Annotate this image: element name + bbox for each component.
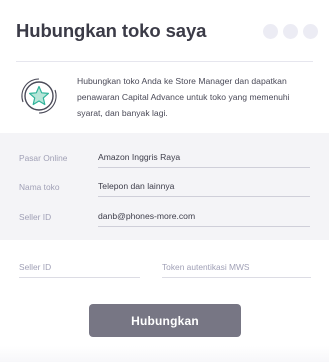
seller-id-input-line (19, 277, 140, 278)
window-dot-2[interactable] (283, 24, 298, 39)
bottom-fade (0, 346, 329, 362)
marketplace-label: Pasar Online (19, 153, 68, 163)
seller-id-placeholder: Seller ID (19, 262, 52, 272)
connect-button[interactable]: Hubungkan (89, 304, 241, 337)
store-name-underline (98, 196, 310, 197)
star-badge-icon (21, 78, 57, 114)
form-row-store-name: Nama toko Telepon dan lainnya (0, 170, 329, 200)
seller-id-input[interactable]: Seller ID (19, 255, 140, 279)
window-controls (263, 24, 318, 39)
info-description: Hubungkan toko Anda ke Store Manager dan… (77, 76, 290, 118)
seller-id-label: Seller ID (19, 212, 52, 222)
window-dot-3[interactable] (303, 24, 318, 39)
seller-id-value[interactable]: danb@phones-more.com (98, 211, 195, 221)
mws-token-input[interactable]: Token autentikasi MWS (162, 255, 311, 279)
window-dot-1[interactable] (263, 24, 278, 39)
form-row-seller-id: Seller ID danb@phones-more.com (0, 200, 329, 230)
form-row-marketplace: Pasar Online Amazon Inggris Raya (0, 141, 329, 171)
seller-id-underline (98, 226, 310, 227)
card-header: Hubungkan toko saya (0, 0, 329, 62)
mws-token-placeholder: Token autentikasi MWS (162, 262, 250, 272)
marketplace-underline (98, 167, 310, 168)
store-name-label: Nama toko (19, 182, 60, 192)
marketplace-field[interactable]: Amazon Inggris Raya (98, 152, 180, 162)
mws-token-input-line (162, 277, 311, 278)
page-title: Hubungkan toko saya (16, 20, 207, 41)
connect-store-card: Hubungkan toko saya Hubungkan toko Anda … (0, 0, 329, 362)
store-details-panel: Pasar Online Amazon Inggris Raya Nama to… (0, 133, 329, 240)
store-name-field[interactable]: Telepon dan lainnya (98, 181, 174, 191)
info-section: Hubungkan toko Anda ke Store Manager dan… (0, 62, 329, 132)
credentials-fields: Seller ID Token autentikasi MWS (0, 255, 329, 285)
